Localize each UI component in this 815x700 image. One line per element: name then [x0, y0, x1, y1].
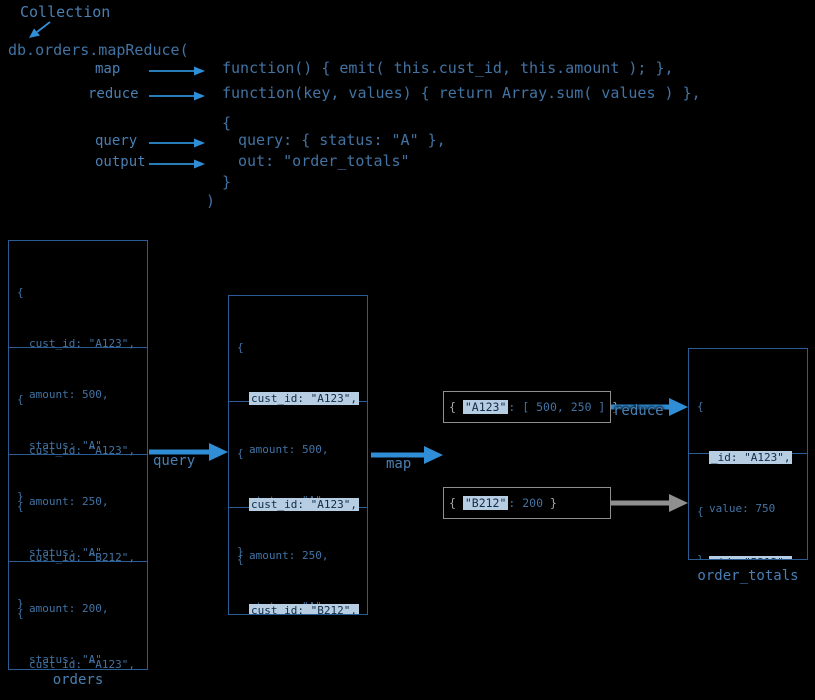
orders-box-label: orders: [52, 672, 104, 688]
highlighted-cust-id: cust_id: "B212",: [249, 604, 359, 615]
doc-line: {: [697, 400, 704, 413]
doc-line: {: [237, 341, 244, 354]
code-close-paren: ): [206, 192, 216, 210]
order-doc: { cust_id: "A123", amount: 500, status: …: [9, 241, 147, 503]
filtered-doc: { cust_id: "A123", amount: 500, status: …: [229, 296, 367, 558]
kv-key: "A123": [462, 400, 509, 414]
passthrough-arrow-icon: [611, 494, 688, 512]
map-output-box-b212: { "B212": 200 }: [443, 487, 611, 519]
output-arrow-icon: [149, 159, 205, 169]
query-code-line: query: { status: "A" },: [238, 131, 446, 149]
doc-line: _id: "A123",: [697, 449, 807, 466]
collection-arrow-icon: [29, 21, 51, 38]
doc-line: _id: "B212",: [697, 554, 807, 559]
doc-line: cust_id: "B212",: [237, 602, 367, 615]
kv-close-brace: }: [549, 496, 557, 510]
doc-line: cust_id: "A123",: [29, 337, 135, 350]
query-arrow-label: query: [153, 453, 196, 469]
collection-label: Collection: [20, 3, 111, 21]
map-output-box-a123: { "A123": [ 500, 250 ] }: [443, 391, 619, 423]
reduce-arrow-label: reduce: [613, 403, 664, 419]
query-label: query: [95, 133, 138, 149]
kv-open-brace: {: [449, 400, 463, 414]
reduce-arrow-icon: [149, 91, 205, 101]
code-open-brace: {: [222, 114, 232, 132]
order-totals-box: { _id: "A123", value: 750 } { _id: "B212…: [688, 348, 808, 560]
kv-key: "B212": [462, 496, 509, 510]
highlighted-cust-id: cust_id: "A123",: [249, 392, 359, 405]
doc-line: cust_id: "A123",: [237, 496, 367, 513]
doc-line: {: [17, 286, 24, 299]
doc-line: cust_id: "A123",: [29, 658, 135, 670]
map-arrow-icon: [149, 66, 205, 76]
doc-line: cust_id: "A123",: [237, 390, 367, 407]
map-code-line: function() { emit( this.cust_id, this.am…: [222, 59, 674, 77]
orders-collection-box: { cust_id: "A123", amount: 500, status: …: [8, 240, 148, 670]
filtered-docs-box: { cust_id: "A123", amount: 500, status: …: [228, 295, 368, 615]
reduce-label: reduce: [88, 86, 139, 102]
highlighted-id: _id: "A123",: [709, 451, 793, 464]
highlighted-cust-id: cust_id: "A123",: [249, 498, 359, 511]
doc-line: cust_id: "A123",: [29, 444, 135, 457]
code-header: db.orders.mapReduce(: [8, 41, 189, 59]
reduce-code-line: function(key, values) { return Array.sum…: [222, 84, 701, 102]
code-close-brace: }: [222, 173, 232, 191]
doc-line: cust_id: "B212",: [29, 551, 135, 564]
mapreduce-diagram: Collection db.orders.mapReduce( map func…: [0, 0, 815, 700]
kv-values: : 200: [508, 496, 550, 510]
map-arrow-label: map: [386, 456, 412, 472]
output-label: output: [95, 154, 146, 170]
query-arrow-icon: [149, 138, 205, 148]
result-doc: { _id: "A123", value: 750 }: [689, 349, 807, 559]
highlighted-id: _id: "B212",: [709, 556, 793, 559]
kv-values: : [ 500, 250 ]: [508, 400, 613, 414]
output-code-line: out: "order_totals": [238, 152, 410, 170]
kv-open-brace: {: [449, 496, 463, 510]
order-totals-box-label: order_totals: [697, 568, 799, 584]
map-label: map: [95, 61, 121, 77]
